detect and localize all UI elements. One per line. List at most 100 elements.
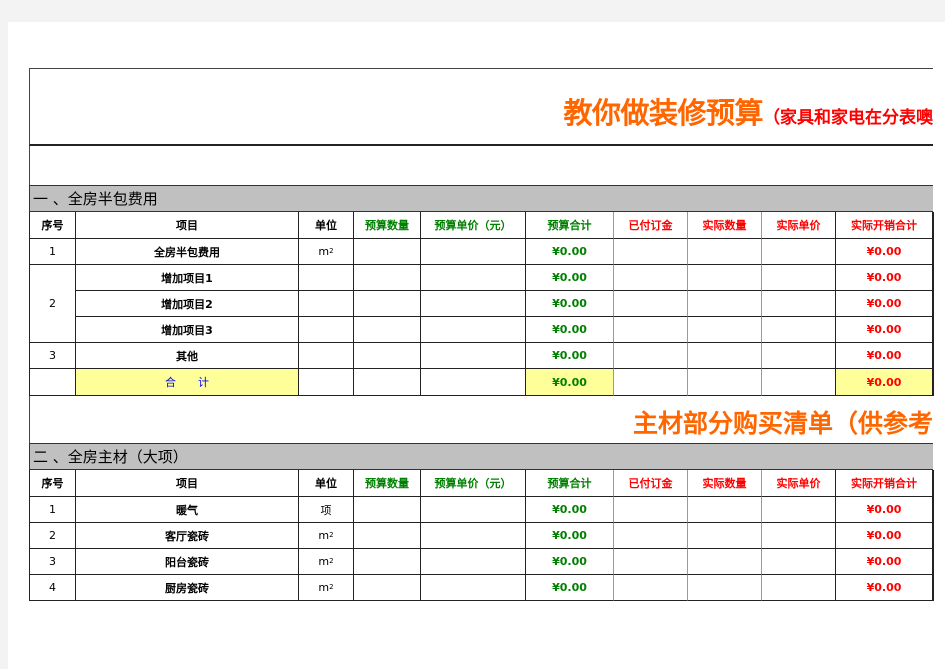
actual-qty-cell[interactable] xyxy=(688,523,762,549)
actual-total-cell[interactable]: ¥0.00 xyxy=(836,575,934,601)
row-number[interactable]: 1 xyxy=(30,497,76,523)
actual-price-cell[interactable] xyxy=(762,239,836,265)
budget-qty-cell[interactable] xyxy=(354,317,421,343)
item-name[interactable]: 增加项目1 xyxy=(76,265,299,291)
actual-price-cell[interactable] xyxy=(762,549,836,575)
actual-qty-cell[interactable] xyxy=(688,239,762,265)
budget-price-cell[interactable] xyxy=(421,239,526,265)
deposit-cell[interactable] xyxy=(614,291,688,317)
budget-qty-cell[interactable] xyxy=(354,239,421,265)
item-name[interactable]: 客厅瓷砖 xyxy=(76,523,299,549)
row-number[interactable]: 3 xyxy=(30,343,76,369)
budget-qty-cell[interactable] xyxy=(354,497,421,523)
total-label[interactable]: 合 计 xyxy=(76,369,299,396)
total-deposit-cell[interactable] xyxy=(614,369,688,396)
col-deposit: 已付订金 xyxy=(614,470,688,497)
total-unit-cell[interactable] xyxy=(299,369,354,396)
deposit-cell[interactable] xyxy=(614,523,688,549)
deposit-cell[interactable] xyxy=(614,497,688,523)
unit-cell[interactable]: 项 xyxy=(299,497,354,523)
budget-price-cell[interactable] xyxy=(421,549,526,575)
actual-total-cell[interactable]: ¥0.00 xyxy=(836,317,934,343)
total-actual-qty-cell[interactable] xyxy=(688,369,762,396)
actual-qty-cell[interactable] xyxy=(688,343,762,369)
actual-price-cell[interactable] xyxy=(762,291,836,317)
total-budget-sum[interactable]: ¥0.00 xyxy=(526,369,614,396)
actual-total-cell[interactable]: ¥0.00 xyxy=(836,497,934,523)
item-name[interactable]: 阳台瓷砖 xyxy=(76,549,299,575)
unit-cell[interactable]: m2 xyxy=(299,575,354,601)
row-number[interactable]: 1 xyxy=(30,239,76,265)
actual-total-cell[interactable]: ¥0.00 xyxy=(836,343,934,369)
item-name[interactable]: 其他 xyxy=(76,343,299,369)
deposit-cell[interactable] xyxy=(614,575,688,601)
unit-cell[interactable] xyxy=(299,291,354,317)
actual-qty-cell[interactable] xyxy=(688,497,762,523)
budget-qty-cell[interactable] xyxy=(354,265,421,291)
unit-cell[interactable]: m2 xyxy=(299,239,354,265)
deposit-cell[interactable] xyxy=(614,265,688,291)
row-number[interactable]: 4 xyxy=(30,575,76,601)
budget-price-cell[interactable] xyxy=(421,317,526,343)
budget-total-cell[interactable]: ¥0.00 xyxy=(526,523,614,549)
item-name[interactable]: 厨房瓷砖 xyxy=(76,575,299,601)
deposit-cell[interactable] xyxy=(614,343,688,369)
budget-price-cell[interactable] xyxy=(421,523,526,549)
actual-price-cell[interactable] xyxy=(762,523,836,549)
budget-total-cell[interactable]: ¥0.00 xyxy=(526,549,614,575)
budget-qty-cell[interactable] xyxy=(354,343,421,369)
item-name[interactable]: 暖气 xyxy=(76,497,299,523)
actual-qty-cell[interactable] xyxy=(688,291,762,317)
actual-price-cell[interactable] xyxy=(762,265,836,291)
unit-cell[interactable] xyxy=(299,265,354,291)
budget-price-cell[interactable] xyxy=(421,291,526,317)
actual-total-cell[interactable]: ¥0.00 xyxy=(836,239,934,265)
item-name[interactable]: 增加项目3 xyxy=(76,317,299,343)
unit-cell[interactable]: m2 xyxy=(299,549,354,575)
actual-total-cell[interactable]: ¥0.00 xyxy=(836,549,934,575)
budget-total-cell[interactable]: ¥0.00 xyxy=(526,291,614,317)
deposit-cell[interactable] xyxy=(614,317,688,343)
actual-total-cell[interactable]: ¥0.00 xyxy=(836,265,934,291)
budget-qty-cell[interactable] xyxy=(354,549,421,575)
total-budget-qty-cell[interactable] xyxy=(354,369,421,396)
budget-qty-cell[interactable] xyxy=(354,523,421,549)
row-number[interactable]: 2 xyxy=(30,523,76,549)
total-no-cell[interactable] xyxy=(30,369,76,396)
total-budget-price-cell[interactable] xyxy=(421,369,526,396)
budget-price-cell[interactable] xyxy=(421,575,526,601)
total-actual-price-cell[interactable] xyxy=(762,369,836,396)
row-number[interactable]: 3 xyxy=(30,549,76,575)
item-name[interactable]: 增加项目2 xyxy=(76,291,299,317)
actual-price-cell[interactable] xyxy=(762,575,836,601)
budget-qty-cell[interactable] xyxy=(354,575,421,601)
actual-qty-cell[interactable] xyxy=(688,575,762,601)
deposit-cell[interactable] xyxy=(614,549,688,575)
budget-total-cell[interactable]: ¥0.00 xyxy=(526,265,614,291)
actual-total-cell[interactable]: ¥0.00 xyxy=(836,291,934,317)
budget-total-cell[interactable]: ¥0.00 xyxy=(526,317,614,343)
item-name[interactable]: 全房半包费用 xyxy=(76,239,299,265)
unit-cell[interactable] xyxy=(299,343,354,369)
actual-qty-cell[interactable] xyxy=(688,265,762,291)
budget-total-cell[interactable]: ¥0.00 xyxy=(526,497,614,523)
budget-price-cell[interactable] xyxy=(421,343,526,369)
budget-total-cell[interactable]: ¥0.00 xyxy=(526,239,614,265)
budget-price-cell[interactable] xyxy=(421,265,526,291)
table-row: 3 阳台瓷砖 m 2 ¥0.00 ¥0.00 xyxy=(29,549,934,575)
actual-qty-cell[interactable] xyxy=(688,317,762,343)
actual-price-cell[interactable] xyxy=(762,343,836,369)
unit-cell[interactable] xyxy=(299,317,354,343)
budget-qty-cell[interactable] xyxy=(354,291,421,317)
budget-total-cell[interactable]: ¥0.00 xyxy=(526,575,614,601)
actual-price-cell[interactable] xyxy=(762,317,836,343)
row-number[interactable]: 2 xyxy=(30,265,76,343)
actual-qty-cell[interactable] xyxy=(688,549,762,575)
budget-price-cell[interactable] xyxy=(421,497,526,523)
total-actual-sum[interactable]: ¥0.00 xyxy=(836,369,934,396)
deposit-cell[interactable] xyxy=(614,239,688,265)
budget-total-cell[interactable]: ¥0.00 xyxy=(526,343,614,369)
actual-total-cell[interactable]: ¥0.00 xyxy=(836,523,934,549)
unit-cell[interactable]: m2 xyxy=(299,523,354,549)
actual-price-cell[interactable] xyxy=(762,497,836,523)
